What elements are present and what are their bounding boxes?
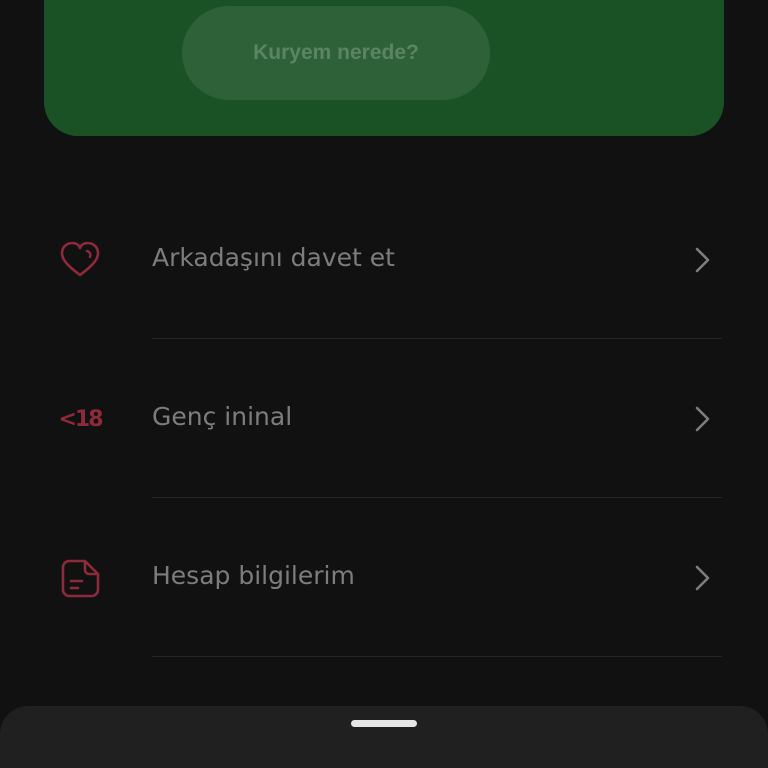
- menu-item-invite-friend[interactable]: Arkadaşını davet et: [0, 180, 768, 339]
- under-18-icon: <18: [58, 397, 103, 441]
- menu-item-label: Hesap bilgilerim: [152, 561, 355, 590]
- where-is-my-courier-button[interactable]: Kuryem nerede?: [182, 6, 490, 100]
- document-icon: [58, 556, 102, 600]
- chevron-right-icon: [695, 565, 710, 591]
- menu-item-label: Genç ininal: [152, 402, 293, 431]
- order-status-card: Kuryem nerede?: [44, 0, 724, 136]
- menu-item-genc-ininal[interactable]: <18 Genç ininal: [0, 339, 768, 498]
- chevron-right-icon: [695, 406, 710, 432]
- drag-handle[interactable]: [351, 720, 417, 727]
- under-18-icon-text: <18: [58, 406, 103, 432]
- menu-list: Arkadaşını davet et <18 Genç ininal Hesa…: [0, 180, 768, 657]
- heart-icon: [58, 238, 102, 282]
- menu-item-account-info[interactable]: Hesap bilgilerim: [0, 498, 768, 657]
- chevron-right-icon: [695, 247, 710, 273]
- bottom-sheet[interactable]: [0, 706, 768, 768]
- screen: Kuryem nerede? Arkadaşını davet et <18 G…: [0, 0, 768, 768]
- menu-item-label: Arkadaşını davet et: [152, 243, 395, 272]
- divider: [152, 656, 722, 657]
